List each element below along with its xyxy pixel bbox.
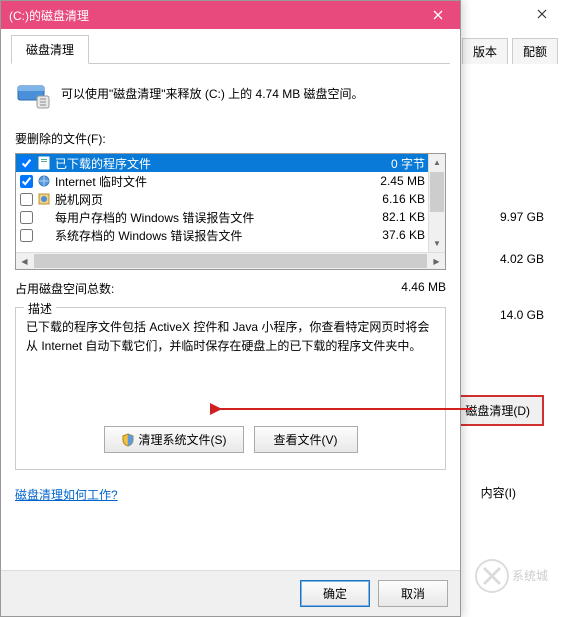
scroll-right-icon[interactable]: ▶ — [428, 253, 445, 269]
svg-text:系统城: 系统城 — [512, 569, 548, 583]
intro-text: 可以使用"磁盘清理"来释放 (C:) 上的 4.74 MB 磁盘空间。 — [61, 86, 364, 103]
item-checkbox[interactable] — [20, 193, 33, 206]
tab-quota[interactable]: 配额 — [512, 38, 558, 64]
disk-stats: 9.97 GB 4.02 GB 14.0 GB — [500, 210, 544, 322]
stat-free: 4.02 GB — [500, 252, 544, 266]
stat-capacity: 14.0 GB — [500, 308, 544, 322]
item-size: 82.1 KB — [355, 210, 425, 224]
tab-version[interactable]: 版本 — [462, 38, 508, 64]
item-checkbox[interactable] — [20, 229, 33, 242]
list-item[interactable]: 每用户存档的 Windows 错误报告文件 82.1 KB — [16, 208, 445, 226]
dialog-button-row: 确定 取消 — [1, 570, 460, 616]
item-size: 2.45 MB — [355, 174, 425, 188]
disk-cleanup-dialog: (C:)的磁盘清理 磁盘清理 可以使用"磁盘清理"来释放 (C:) 上的 4.7… — [0, 0, 461, 617]
globe-icon — [37, 174, 51, 188]
cancel-button[interactable]: 取消 — [378, 580, 448, 607]
item-label: 系统存档的 Windows 错误报告文件 — [55, 227, 351, 244]
titlebar[interactable]: (C:)的磁盘清理 — [1, 1, 460, 29]
file-icon — [37, 156, 51, 170]
item-checkbox[interactable] — [20, 211, 33, 224]
groupbox-title: 描述 — [24, 300, 56, 317]
tab-strip: 磁盘清理 — [11, 35, 450, 64]
disk-cleanup-button[interactable]: 磁盘清理(D) — [451, 395, 544, 426]
offline-page-icon — [37, 192, 51, 206]
list-item[interactable]: 系统存档的 Windows 错误报告文件 37.6 KB — [16, 226, 445, 244]
stat-used: 9.97 GB — [500, 210, 544, 224]
clean-system-files-button[interactable]: 清理系统文件(S) — [104, 426, 244, 453]
scroll-down-icon[interactable]: ▼ — [429, 235, 445, 252]
clean-sys-label: 清理系统文件(S) — [139, 431, 227, 448]
watermark: 系统城 — [474, 556, 564, 599]
item-size: 6.16 KB — [355, 192, 425, 206]
shield-icon — [121, 433, 135, 447]
view-files-button[interactable]: 查看文件(V) — [254, 426, 358, 453]
total-value: 4.46 MB — [401, 280, 446, 297]
vertical-scrollbar[interactable]: ▲ ▼ — [428, 154, 445, 252]
disk-cleanup-icon — [15, 76, 51, 112]
item-checkbox[interactable] — [20, 175, 33, 188]
content-label: 内容(I) — [481, 484, 516, 501]
list-item[interactable]: Internet 临时文件 2.45 MB — [16, 172, 445, 190]
close-button-bg[interactable] — [519, 0, 564, 28]
ok-button[interactable]: 确定 — [300, 580, 370, 607]
item-size: 0 字节 — [355, 155, 425, 172]
files-to-delete-label: 要删除的文件(F): — [15, 130, 446, 147]
files-listbox[interactable]: 已下载的程序文件 0 字节 Internet 临时文件 2.45 MB — [15, 153, 446, 270]
item-label: 已下载的程序文件 — [55, 155, 351, 172]
scroll-left-icon[interactable]: ◀ — [16, 253, 33, 269]
total-row: 占用磁盘空间总数: 4.46 MB — [15, 280, 446, 297]
item-label: 脱机网页 — [55, 191, 351, 208]
close-icon[interactable] — [415, 1, 460, 29]
how-does-cleanup-work-link[interactable]: 磁盘清理如何工作? — [15, 486, 118, 503]
list-item[interactable]: 脱机网页 6.16 KB — [16, 190, 445, 208]
item-label: Internet 临时文件 — [55, 173, 351, 190]
list-item[interactable]: 已下载的程序文件 0 字节 — [16, 154, 445, 172]
scroll-thumb[interactable] — [430, 172, 444, 212]
total-label: 占用磁盘空间总数: — [15, 280, 114, 297]
description-text: 已下载的程序文件包括 ActiveX 控件和 Java 小程序，你查看特定网页时… — [26, 318, 435, 378]
file-icon — [37, 228, 51, 242]
item-checkbox[interactable] — [20, 157, 33, 170]
file-icon — [37, 210, 51, 224]
tab-disk-cleanup[interactable]: 磁盘清理 — [11, 35, 89, 64]
h-scroll-thumb[interactable] — [34, 254, 427, 268]
scroll-up-icon[interactable]: ▲ — [429, 154, 445, 171]
item-label: 每用户存档的 Windows 错误报告文件 — [55, 209, 351, 226]
item-size: 37.6 KB — [355, 228, 425, 242]
bg-tab-strip: 版本 配额 — [462, 38, 558, 64]
description-groupbox: 描述 已下载的程序文件包括 ActiveX 控件和 Java 小程序，你查看特定… — [15, 307, 446, 470]
horizontal-scrollbar[interactable]: ◀ ▶ — [16, 252, 445, 269]
window-title: (C:)的磁盘清理 — [9, 7, 415, 24]
intro-row: 可以使用"磁盘清理"来释放 (C:) 上的 4.74 MB 磁盘空间。 — [15, 76, 446, 112]
